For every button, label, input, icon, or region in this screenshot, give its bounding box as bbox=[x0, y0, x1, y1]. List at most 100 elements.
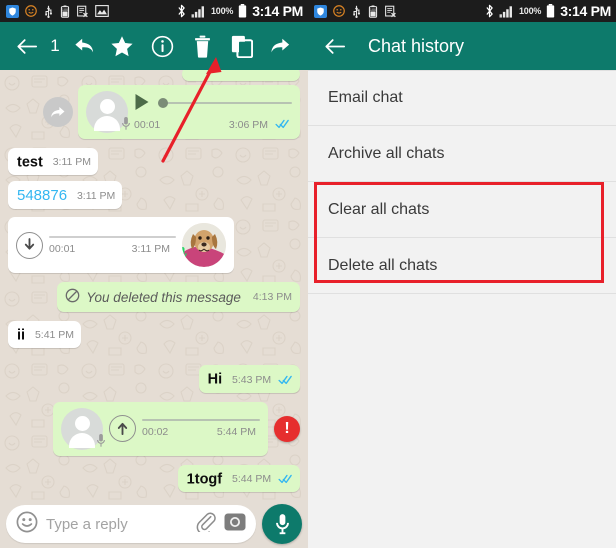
message-bubble[interactable]: ii 5:41 PM bbox=[8, 321, 82, 349]
avatar-dog-photo bbox=[182, 223, 226, 268]
menu-item-email-chat[interactable]: Email chat bbox=[308, 70, 616, 126]
voice-player[interactable]: 00:02 5:44 PM bbox=[142, 419, 260, 438]
menu-item-clear-all-chats[interactable]: Clear all chats bbox=[308, 182, 616, 238]
message-text: ii bbox=[17, 327, 26, 344]
message-row[interactable]: Hi 5:43 PM bbox=[0, 351, 308, 395]
battery-percent-label: 100% bbox=[518, 6, 542, 16]
voice-duration-label: 00:01 bbox=[134, 118, 161, 131]
battery-icon bbox=[238, 4, 247, 18]
read-receipt-icon bbox=[275, 119, 290, 132]
status-icons-left: 100 bbox=[6, 4, 109, 18]
forwarded-icon bbox=[43, 97, 73, 127]
message-input-bar: Type a reply bbox=[0, 500, 308, 548]
clock-label: 3:14 PM bbox=[560, 3, 611, 19]
menu-item-delete-all-chats[interactable]: Delete all chats bbox=[308, 238, 616, 294]
battery-icon bbox=[546, 4, 555, 18]
message-bubble[interactable]: Hi 5:43 PM bbox=[198, 365, 300, 393]
message-bubble[interactable]: test 3:11 PM bbox=[8, 148, 99, 176]
star-icon[interactable] bbox=[102, 22, 142, 70]
menu-item-label: Clear all chats bbox=[328, 200, 430, 218]
download-icon[interactable] bbox=[16, 231, 43, 259]
upload-icon[interactable] bbox=[109, 415, 136, 443]
message-text: Hi bbox=[207, 371, 223, 388]
message-row[interactable]: 1togf 5:44 PM bbox=[0, 459, 308, 495]
message-row[interactable]: 00:01 3:11 PM bbox=[0, 212, 308, 276]
forward-icon[interactable] bbox=[262, 22, 298, 70]
voice-progress-track[interactable] bbox=[158, 98, 292, 108]
message-bubble-partial[interactable] bbox=[182, 70, 300, 81]
menu-item-label: Email chat bbox=[328, 89, 403, 106]
message-row[interactable]: 00:01 3:06 PM bbox=[0, 81, 308, 142]
smiley-icon bbox=[25, 5, 37, 17]
camera-icon[interactable] bbox=[224, 512, 246, 537]
status-icons-right: 100% 3:14 PM bbox=[177, 3, 303, 19]
shield-icon bbox=[314, 4, 327, 18]
voice-message-bubble[interactable]: 00:01 3:06 PM bbox=[78, 85, 300, 139]
message-text: test bbox=[17, 154, 43, 171]
message-row[interactable]: 00:02 5:44 PM ! bbox=[0, 396, 308, 459]
blocked-icon bbox=[65, 288, 80, 306]
paperclip-icon[interactable] bbox=[195, 511, 216, 537]
message-time-label: 3:11 PM bbox=[52, 156, 92, 169]
message-time-label: 3:11 PM bbox=[131, 242, 170, 255]
delete-icon[interactable] bbox=[182, 22, 222, 70]
voice-progress-knob[interactable] bbox=[158, 98, 168, 108]
microphone-icon bbox=[182, 246, 188, 265]
selection-toolbar: 1 bbox=[0, 22, 308, 70]
document-x-icon bbox=[76, 5, 89, 18]
right-panel-chat-history: 100 100% 3:14 PM Chat history Email chat… bbox=[308, 0, 616, 548]
read-receipt-icon bbox=[278, 471, 293, 487]
back-button[interactable] bbox=[10, 22, 44, 70]
copy-icon[interactable] bbox=[222, 22, 262, 70]
message-row[interactable]: 548876 3:11 PM bbox=[0, 178, 308, 212]
voice-progress-track[interactable] bbox=[142, 419, 260, 422]
usb-icon bbox=[351, 5, 362, 18]
menu-item-archive-all-chats[interactable]: Archive all chats bbox=[308, 126, 616, 182]
message-row-partial[interactable] bbox=[0, 70, 308, 81]
status-bar-right: 100 100% 3:14 PM bbox=[308, 0, 616, 22]
voice-message-bubble[interactable]: 00:01 3:11 PM bbox=[8, 217, 234, 274]
battery-saver-icon: 100 bbox=[368, 4, 378, 18]
status-icons-right: 100% 3:14 PM bbox=[485, 3, 611, 19]
message-time-label: 3:11 PM bbox=[76, 189, 116, 202]
clock-label: 3:14 PM bbox=[252, 3, 303, 19]
message-time-label: 5:44 PM bbox=[216, 426, 256, 439]
voice-player[interactable]: 00:01 3:11 PM bbox=[49, 235, 176, 255]
play-icon[interactable] bbox=[134, 93, 150, 114]
message-input-placeholder[interactable]: Type a reply bbox=[46, 516, 187, 533]
status-icons-left: 100 bbox=[314, 4, 397, 18]
message-row[interactable]: test 3:11 PM bbox=[0, 142, 308, 178]
message-text-link[interactable]: 548876 bbox=[17, 187, 67, 204]
svg-text:100: 100 bbox=[62, 7, 68, 11]
voice-record-button[interactable] bbox=[262, 504, 302, 544]
message-input-pill[interactable]: Type a reply bbox=[6, 505, 256, 543]
message-row[interactable]: ii 5:41 PM bbox=[0, 315, 308, 351]
avatar bbox=[61, 407, 106, 451]
reply-icon[interactable] bbox=[66, 22, 102, 70]
info-icon[interactable] bbox=[142, 22, 182, 70]
deleted-message-bubble[interactable]: You deleted this message 4:13 PM bbox=[57, 282, 300, 313]
signal-icon bbox=[499, 5, 514, 18]
menu-item-label: Archive all chats bbox=[328, 144, 445, 162]
microphone-icon bbox=[96, 433, 106, 451]
voice-duration-label: 00:02 bbox=[142, 426, 169, 439]
bluetooth-icon bbox=[177, 4, 186, 18]
voice-message-bubble[interactable]: 00:02 5:44 PM bbox=[53, 401, 268, 456]
error-icon[interactable]: ! bbox=[274, 415, 300, 442]
message-text: 1togf bbox=[186, 470, 223, 487]
selected-count-label: 1 bbox=[50, 36, 60, 55]
message-bubble[interactable]: 548876 3:11 PM bbox=[8, 181, 123, 210]
back-button[interactable] bbox=[324, 37, 346, 56]
read-receipt-icon bbox=[278, 372, 293, 388]
voice-progress-track[interactable] bbox=[49, 235, 176, 238]
message-time-label: 3:06 PM bbox=[228, 119, 268, 131]
message-bubble[interactable]: 1togf 5:44 PM bbox=[177, 464, 300, 492]
message-row[interactable]: You deleted this message 4:13 PM bbox=[0, 276, 308, 315]
screenshot-root: 100 100% 3:14 PM 1 00:01 3:06 PM test 3:… bbox=[0, 0, 616, 548]
chat-message-list[interactable]: 00:01 3:06 PM test 3:11 PM 548876 3:11 P… bbox=[0, 70, 308, 500]
emoji-icon[interactable] bbox=[16, 511, 38, 538]
voice-player[interactable]: 00:01 3:06 PM bbox=[134, 93, 292, 132]
message-time-label: 4:13 PM bbox=[252, 291, 292, 304]
page-title: Chat history bbox=[368, 35, 465, 56]
left-panel-whatsapp-chat: 100 100% 3:14 PM 1 00:01 3:06 PM test 3:… bbox=[0, 0, 308, 548]
